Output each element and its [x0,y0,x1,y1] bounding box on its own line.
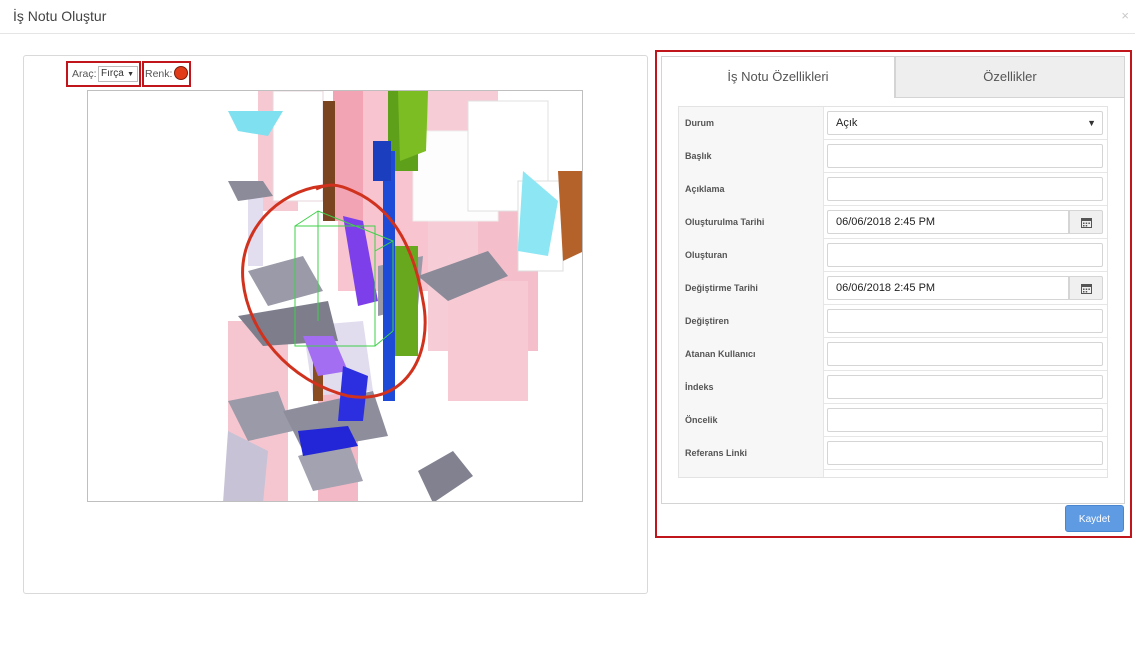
field-label-olusturan: Oluşturan [679,239,824,272]
modified-date-input[interactable]: 06/06/2018 2:45 PM [827,276,1069,300]
calendar-button[interactable] [1069,210,1103,234]
table-row: Oluşturulma Tarihi 06/06/2018 2:45 PM [679,206,1107,239]
description-input[interactable] [827,177,1103,201]
tool-selector-box: Araç: Fırça ▼ [66,61,141,87]
table-row: Değiştiren [679,305,1107,338]
table-row: İndeks [679,371,1107,404]
modifier-input[interactable] [827,309,1103,333]
table-row: Referans Linki [679,437,1107,470]
field-label-indeks: İndeks [679,371,824,404]
modal-title: İş Notu Oluştur [13,8,107,24]
close-icon[interactable]: × [1121,8,1129,23]
chevron-down-icon: ▼ [127,71,134,78]
calendar-icon [1081,284,1092,294]
color-swatch[interactable] [174,66,188,80]
assignee-input[interactable] [827,342,1103,366]
table-row: Oluşturan [679,239,1107,272]
model-viewport-canvas[interactable] [87,90,583,502]
table-row: Öncelik [679,404,1107,437]
priority-input[interactable] [827,408,1103,432]
field-label-atanan-kullanici: Atanan Kullanıcı [679,338,824,371]
table-row [679,470,1107,477]
field-label-durum: Durum [679,107,824,140]
field-label-olusturulma-tarihi: Oluşturulma Tarihi [679,206,824,239]
field-label-baslik: Başlık [679,140,824,173]
tool-label: Araç: [72,68,97,80]
field-label-aciklama: Açıklama [679,173,824,206]
tab-ozellikler[interactable]: Özellikler [895,56,1125,98]
tab-bar: İş Notu Özellikleri Özellikler [661,56,1125,98]
status-select-value: Açık [836,117,858,129]
table-row: Başlık [679,140,1107,173]
field-label-overflow [679,470,824,477]
color-selector-box: Renk: [142,61,191,87]
field-label-degistirme-tarihi: Değiştirme Tarihi [679,272,824,305]
calendar-button[interactable] [1069,276,1103,300]
reference-link-input[interactable] [827,441,1103,465]
table-row: Durum Açık ▼ [679,107,1107,140]
status-select[interactable]: Açık ▼ [827,111,1103,135]
title-input[interactable] [827,144,1103,168]
table-row: Açıklama [679,173,1107,206]
calendar-icon [1081,218,1092,228]
field-label-referans-linki: Referans Linki [679,437,824,470]
tab-is-notu-ozellikleri[interactable]: İş Notu Özellikleri [661,56,895,98]
created-date-input[interactable]: 06/06/2018 2:45 PM [827,210,1069,234]
tool-select-value: Fırça [101,68,124,79]
building-model-image [88,91,582,501]
tab-content: Durum Açık ▼ Başlık Açıklama Oluşturulma… [661,98,1125,504]
save-button[interactable]: Kaydet [1065,505,1124,532]
modal-header: İş Notu Oluştur × [0,0,1135,34]
creator-input[interactable] [827,243,1103,267]
table-row: Atanan Kullanıcı [679,338,1107,371]
index-input[interactable] [827,375,1103,399]
properties-table: Durum Açık ▼ Başlık Açıklama Oluşturulma… [678,106,1108,478]
table-row: Değiştirme Tarihi 06/06/2018 2:45 PM [679,272,1107,305]
chevron-down-icon: ▼ [1087,118,1096,128]
field-label-oncelik: Öncelik [679,404,824,437]
color-label: Renk: [145,68,173,80]
field-label-degistiren: Değiştiren [679,305,824,338]
tool-select[interactable]: Fırça ▼ [98,66,138,82]
properties-panel: İş Notu Özellikleri Özellikler Durum Açı… [655,50,1132,538]
